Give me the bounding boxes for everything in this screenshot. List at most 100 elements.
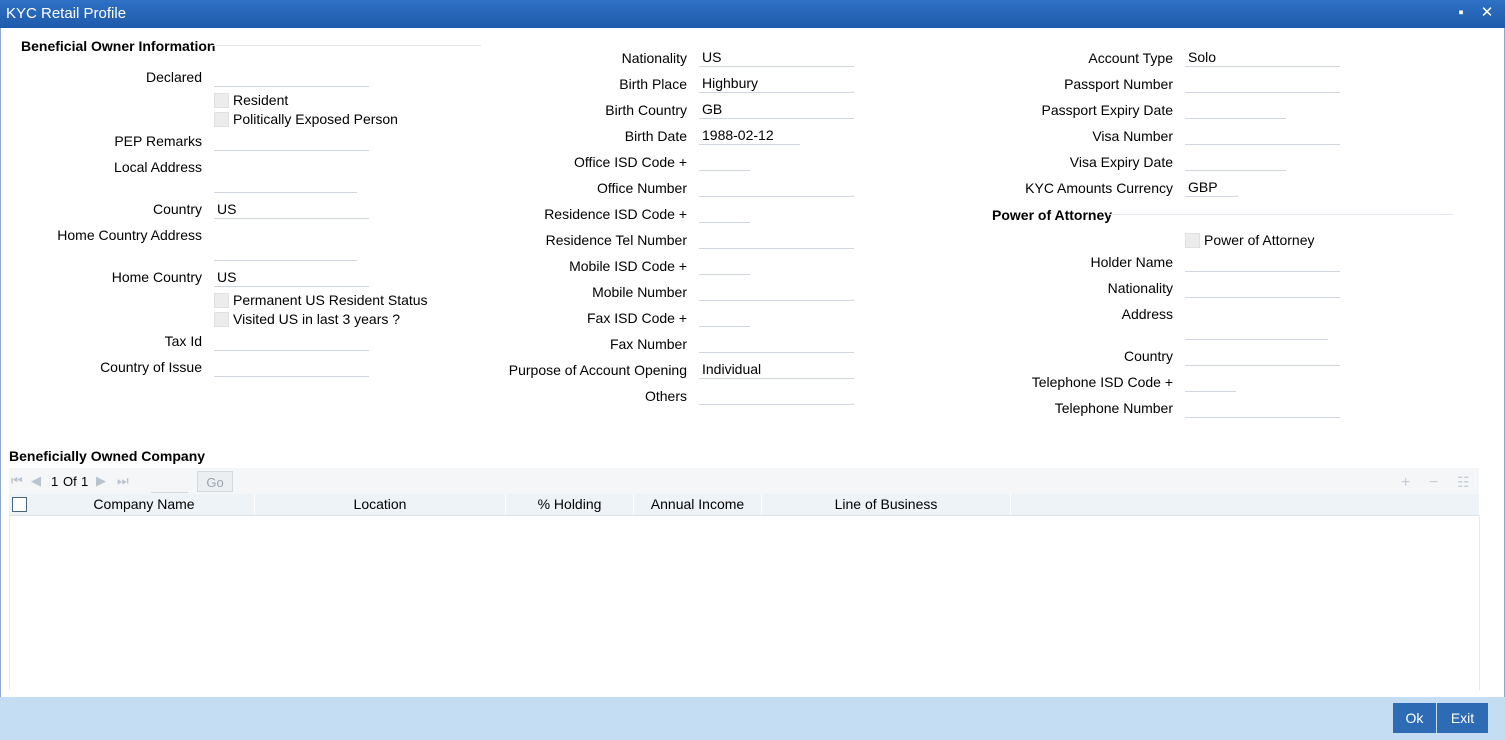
section-divider [1108, 214, 1453, 215]
country-label: Country [152, 201, 202, 217]
close-icon[interactable]: ✕ [1478, 4, 1496, 22]
telephone-isd-field[interactable] [1185, 372, 1236, 392]
poa-country-field[interactable] [1185, 346, 1340, 366]
power-of-attorney-section-title: Power of Attorney [992, 207, 1113, 223]
nationality-field[interactable]: US [699, 47, 854, 67]
passport-number-field[interactable] [1185, 73, 1340, 93]
page-total: 1 [81, 474, 89, 489]
visa-expiry-label: Visa Expiry Date [1069, 154, 1173, 170]
others-label: Others [644, 388, 687, 404]
exit-button[interactable]: Exit [1437, 703, 1488, 733]
delete-row-icon[interactable]: − [1429, 474, 1438, 492]
birth-place-field[interactable]: Highbury [699, 73, 854, 93]
add-row-icon[interactable]: + [1401, 474, 1410, 492]
column-company-name[interactable]: Company Name [34, 494, 255, 515]
column-location[interactable]: Location [255, 494, 506, 515]
poa-nationality-field[interactable] [1185, 278, 1340, 298]
fax-number-field[interactable] [699, 333, 854, 353]
office-number-label: Office Number [597, 180, 687, 196]
country-of-issue-field[interactable] [214, 357, 369, 377]
visited-us-label: Visited US in last 3 years ? [233, 311, 401, 327]
kyc-amounts-currency-label: KYC Amounts Currency [1025, 180, 1173, 196]
birth-country-field[interactable]: GB [699, 99, 854, 119]
holder-name-field[interactable] [1185, 252, 1340, 272]
single-view-icon[interactable]: ☷ [1457, 474, 1470, 491]
resident-checkbox[interactable] [214, 93, 229, 108]
poa-address-field[interactable] [1185, 304, 1328, 340]
tax-id-label: Tax Id [164, 333, 202, 349]
grid-header: Company Name Location % Holding Annual I… [9, 494, 1479, 516]
tax-id-field[interactable] [214, 331, 369, 351]
poa-nationality-label: Nationality [1107, 280, 1173, 296]
pep-remarks-field[interactable] [214, 131, 369, 151]
mobile-isd-field[interactable] [699, 255, 750, 275]
residence-isd-field[interactable] [699, 203, 750, 223]
mobile-isd-label: Mobile ISD Code + [569, 258, 687, 274]
section-divider [211, 45, 481, 46]
first-page-icon[interactable]: ⏮ [11, 473, 23, 489]
minimize-icon[interactable]: ▪ [1452, 4, 1470, 22]
poa-address-label: Address [1121, 306, 1173, 322]
mobile-number-label: Mobile Number [592, 284, 687, 300]
fax-number-label: Fax Number [609, 336, 687, 352]
home-country-address-label: Home Country Address [57, 227, 202, 243]
beneficial-owner-section-title: Beneficial Owner Information [21, 38, 216, 54]
passport-expiry-label: Passport Expiry Date [1041, 102, 1174, 118]
resident-label: Resident [233, 92, 289, 108]
birth-date-field[interactable]: 1988-02-12 [699, 125, 800, 145]
office-number-field[interactable] [699, 177, 854, 197]
next-page-icon[interactable]: ▶ [96, 473, 106, 489]
page-number-input[interactable] [151, 471, 188, 493]
declared-field[interactable] [214, 67, 369, 87]
holder-name-label: Holder Name [1090, 254, 1173, 270]
power-of-attorney-label: Power of Attorney [1204, 232, 1315, 248]
previous-page-icon[interactable]: ◀ [31, 473, 41, 489]
page-current: 1 [51, 474, 59, 489]
select-all-checkbox[interactable] [12, 497, 27, 512]
residence-tel-label: Residence Tel Number [545, 232, 687, 248]
office-isd-label: Office ISD Code + [574, 154, 687, 170]
others-field[interactable] [699, 385, 854, 405]
account-type-field[interactable]: Solo [1185, 47, 1340, 67]
telephone-number-label: Telephone Number [1054, 400, 1173, 416]
power-of-attorney-checkbox[interactable] [1185, 233, 1200, 248]
poa-country-label: Country [1123, 348, 1173, 364]
residence-isd-label: Residence ISD Code + [544, 206, 687, 222]
last-page-icon[interactable]: ⏭ [117, 473, 129, 489]
telephone-number-field[interactable] [1185, 398, 1340, 418]
declared-label: Declared [145, 69, 202, 85]
go-button[interactable]: Go [197, 471, 233, 492]
visa-number-label: Visa Number [1092, 128, 1173, 144]
visa-expiry-field[interactable] [1185, 151, 1286, 171]
birth-country-label: Birth Country [605, 102, 687, 118]
passport-expiry-field[interactable] [1185, 99, 1286, 119]
mobile-number-field[interactable] [699, 281, 854, 301]
column-holding[interactable]: % Holding [506, 494, 634, 515]
home-country-address-field[interactable] [214, 225, 357, 261]
fax-isd-field[interactable] [699, 307, 750, 327]
politically-exposed-checkbox[interactable] [214, 112, 229, 127]
window-title: KYC Retail Profile [6, 5, 127, 22]
permanent-us-resident-checkbox[interactable] [214, 293, 229, 308]
visited-us-checkbox[interactable] [214, 312, 229, 327]
office-isd-field[interactable] [699, 151, 750, 171]
passport-number-label: Passport Number [1064, 76, 1173, 92]
birth-place-label: Birth Place [619, 76, 687, 92]
home-country-label: Home Country [111, 269, 202, 285]
visa-number-field[interactable] [1185, 125, 1340, 145]
window-titlebar: KYC Retail Profile ▪ ✕ [0, 0, 1505, 28]
footer-bar [0, 697, 1505, 740]
purpose-field[interactable]: Individual [699, 359, 854, 379]
column-annual-income[interactable]: Annual Income [634, 494, 762, 515]
telephone-isd-label: Telephone ISD Code + [1031, 374, 1173, 390]
kyc-amounts-currency-field[interactable]: GBP [1185, 177, 1238, 197]
beneficially-owned-company-title: Beneficially Owned Company [9, 448, 206, 464]
account-type-label: Account Type [1088, 50, 1173, 66]
residence-tel-field[interactable] [699, 229, 854, 249]
purpose-label: Purpose of Account Opening [508, 362, 687, 378]
country-field[interactable]: US [214, 199, 369, 219]
ok-button[interactable]: Ok [1393, 703, 1436, 733]
local-address-field[interactable] [214, 157, 357, 193]
column-line-of-business[interactable]: Line of Business [762, 494, 1011, 515]
home-country-field[interactable]: US [214, 267, 369, 287]
